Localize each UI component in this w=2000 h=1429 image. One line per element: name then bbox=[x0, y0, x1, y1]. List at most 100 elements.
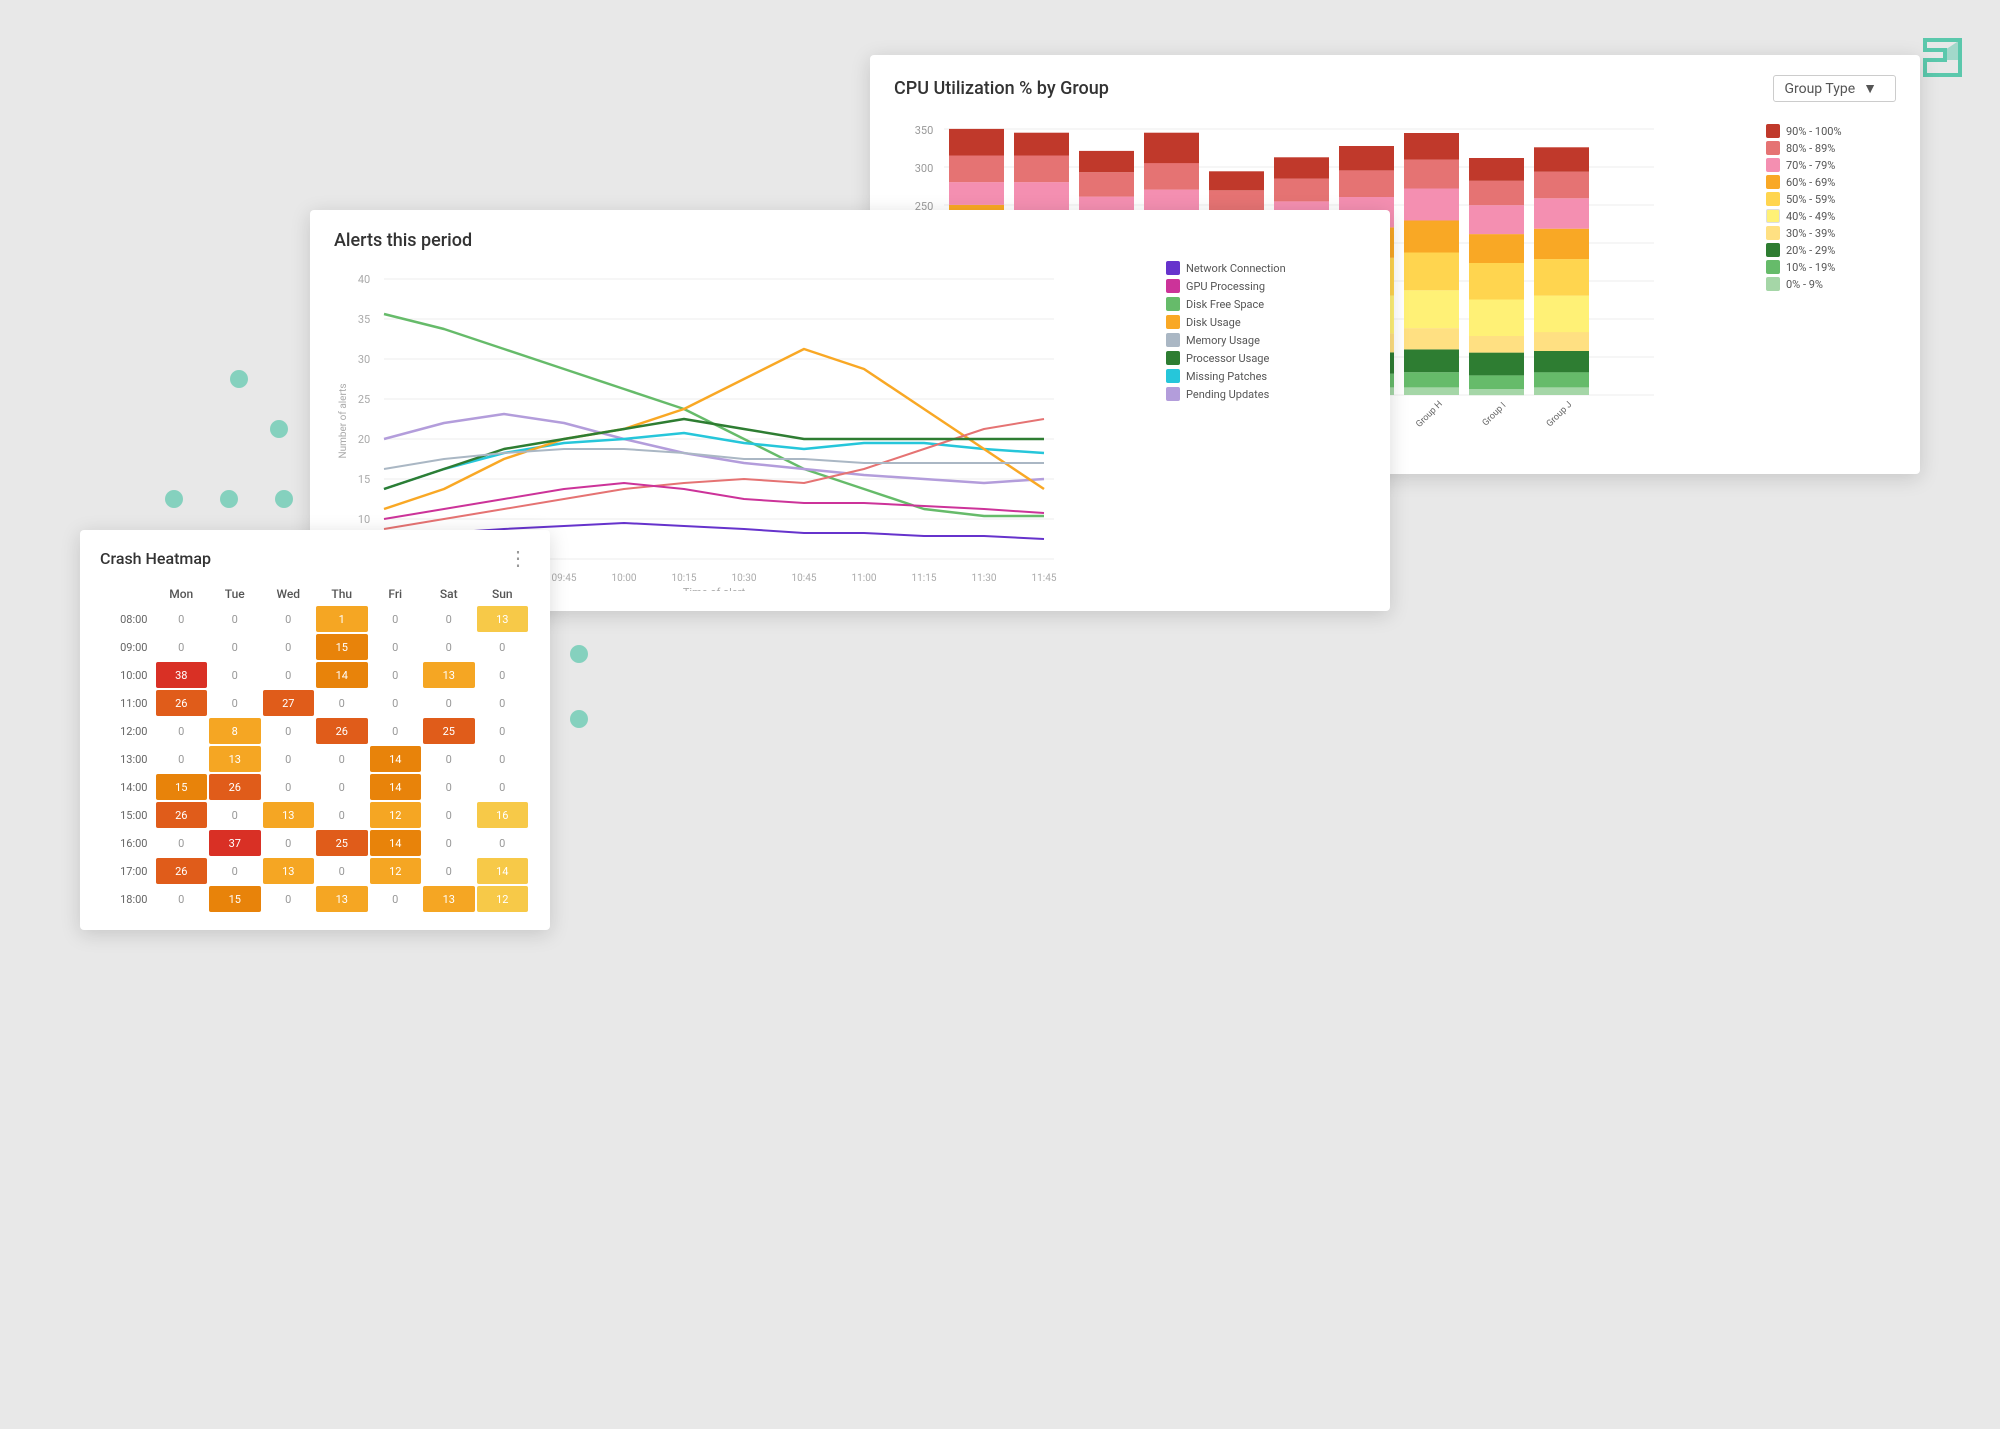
svg-text:Group H: Group H bbox=[1414, 399, 1444, 429]
bg-dot-2 bbox=[270, 420, 288, 438]
heatmap-cell: 15 bbox=[209, 886, 261, 912]
heatmap-cell: 0 bbox=[370, 634, 422, 660]
svg-text:10:15: 10:15 bbox=[672, 573, 697, 584]
alerts-legend: Network Connection GPU Processing Disk F… bbox=[1166, 261, 1346, 401]
legend-item-8: 20% - 29% bbox=[1766, 243, 1896, 257]
svg-text:300: 300 bbox=[915, 162, 934, 175]
heatmap-cell: 37 bbox=[209, 830, 261, 856]
heatmap-cell: 26 bbox=[156, 690, 208, 716]
svg-text:10:30: 10:30 bbox=[732, 573, 757, 584]
legend-item-10: 0% - 9% bbox=[1766, 277, 1896, 291]
svg-text:35: 35 bbox=[358, 313, 370, 326]
heatmap-col-wed: Wed bbox=[263, 584, 315, 604]
heatmap-cell: 0 bbox=[423, 802, 475, 828]
group-type-dropdown[interactable]: Group Type ▼ bbox=[1773, 75, 1896, 102]
heatmap-cell: 0 bbox=[370, 718, 422, 744]
svg-text:350: 350 bbox=[915, 124, 934, 137]
legend-item-3: 70% - 79% bbox=[1766, 158, 1896, 172]
legend-item-9: 10% - 19% bbox=[1766, 260, 1896, 274]
legend-color-1 bbox=[1766, 124, 1780, 138]
svg-text:11:30: 11:30 bbox=[972, 573, 997, 584]
heatmap-cell: 0 bbox=[477, 746, 529, 772]
dropdown-arrow-icon: ▼ bbox=[1863, 80, 1877, 97]
svg-text:30: 30 bbox=[358, 353, 370, 366]
heatmap-cell: 12 bbox=[370, 802, 422, 828]
heatmap-cell: 0 bbox=[263, 606, 315, 632]
heatmap-time-label: 13:00 bbox=[102, 746, 154, 772]
heatmap-time-label: 15:00 bbox=[102, 802, 154, 828]
alerts-legend-pending-updates: Pending Updates bbox=[1166, 387, 1346, 401]
heatmap-col-fri: Fri bbox=[370, 584, 422, 604]
svg-text:Time of alert: Time of alert bbox=[683, 586, 746, 591]
heatmap-col-mon: Mon bbox=[156, 584, 208, 604]
heatmap-cell: 14 bbox=[477, 858, 529, 884]
heatmap-cell: 26 bbox=[156, 858, 208, 884]
cpu-chart-title: CPU Utilization % by Group bbox=[894, 78, 1109, 99]
heatmap-cell: 0 bbox=[423, 858, 475, 884]
heatmap-menu-button[interactable]: ⋮ bbox=[508, 546, 530, 570]
heatmap-cell: 0 bbox=[477, 662, 529, 688]
heatmap-cell: 14 bbox=[370, 746, 422, 772]
heatmap-cell: 15 bbox=[316, 634, 368, 660]
svg-text:11:15: 11:15 bbox=[912, 573, 937, 584]
heatmap-cell: 0 bbox=[316, 690, 368, 716]
heatmap-cell: 1 bbox=[316, 606, 368, 632]
bg-dot-9 bbox=[570, 645, 588, 663]
heatmap-cell: 38 bbox=[156, 662, 208, 688]
heatmap-row: 10:003800140130 bbox=[102, 662, 528, 688]
heatmap-time-label: 10:00 bbox=[102, 662, 154, 688]
svg-text:10: 10 bbox=[358, 513, 370, 526]
legend-color-6 bbox=[1766, 209, 1780, 223]
heatmap-time-label: 14:00 bbox=[102, 774, 154, 800]
heatmap-time-label: 08:00 bbox=[102, 606, 154, 632]
heatmap-cell: 0 bbox=[156, 746, 208, 772]
heatmap-cell: 0 bbox=[423, 746, 475, 772]
heatmap-row: 17:0026013012014 bbox=[102, 858, 528, 884]
heatmap-cell: 0 bbox=[370, 662, 422, 688]
heatmap-cell: 16 bbox=[477, 802, 529, 828]
heatmap-cell: 0 bbox=[423, 830, 475, 856]
legend-color-5 bbox=[1766, 192, 1780, 206]
legend-color-7 bbox=[1766, 226, 1780, 240]
legend-color-3 bbox=[1766, 158, 1780, 172]
legend-color-9 bbox=[1766, 260, 1780, 274]
legend-item-5: 50% - 59% bbox=[1766, 192, 1896, 206]
heatmap-cell: 0 bbox=[156, 830, 208, 856]
heatmap-time-label: 09:00 bbox=[102, 634, 154, 660]
heatmap-row: 08:0000010013 bbox=[102, 606, 528, 632]
bg-dot-10 bbox=[570, 710, 588, 728]
heatmap-col-sun: Sun bbox=[477, 584, 529, 604]
heatmap-cell: 0 bbox=[370, 606, 422, 632]
heatmap-cell: 13 bbox=[423, 886, 475, 912]
heatmap-table: Mon Tue Wed Thu Fri Sat Sun 08:000001001… bbox=[100, 582, 530, 914]
bg-dot-5 bbox=[275, 490, 293, 508]
heatmap-cell: 12 bbox=[370, 858, 422, 884]
heatmap-row: 15:0026013012016 bbox=[102, 802, 528, 828]
heatmap-cell: 0 bbox=[263, 774, 315, 800]
heatmap-cell: 14 bbox=[316, 662, 368, 688]
heatmap-cell: 0 bbox=[370, 886, 422, 912]
heatmap-time-label: 16:00 bbox=[102, 830, 154, 856]
bg-dot-4 bbox=[220, 490, 238, 508]
heatmap-cell: 0 bbox=[263, 662, 315, 688]
heatmap-cell: 0 bbox=[209, 690, 261, 716]
disk-free-line bbox=[384, 314, 1044, 516]
heatmap-cell: 25 bbox=[316, 830, 368, 856]
heatmap-cell: 0 bbox=[477, 690, 529, 716]
svg-text:10:45: 10:45 bbox=[792, 573, 817, 584]
legend-item-1: 90% - 100% bbox=[1766, 124, 1896, 138]
heatmap-cell: 14 bbox=[370, 774, 422, 800]
heatmap-cell: 0 bbox=[156, 634, 208, 660]
legend-item-4: 60% - 69% bbox=[1766, 175, 1896, 189]
heatmap-time-label: 12:00 bbox=[102, 718, 154, 744]
heatmap-cell: 0 bbox=[209, 662, 261, 688]
heatmap-cell: 0 bbox=[477, 830, 529, 856]
legend-item-6: 40% - 49% bbox=[1766, 209, 1896, 223]
svg-text:11:45: 11:45 bbox=[1032, 573, 1057, 584]
svg-text:Number of alerts: Number of alerts bbox=[337, 383, 349, 458]
svg-text:25: 25 bbox=[358, 393, 370, 406]
cpu-panel-header: CPU Utilization % by Group Group Type ▼ bbox=[894, 75, 1896, 102]
heatmap-cell: 0 bbox=[477, 718, 529, 744]
heatmap-col-tue: Tue bbox=[209, 584, 261, 604]
legend-color-2 bbox=[1766, 141, 1780, 155]
